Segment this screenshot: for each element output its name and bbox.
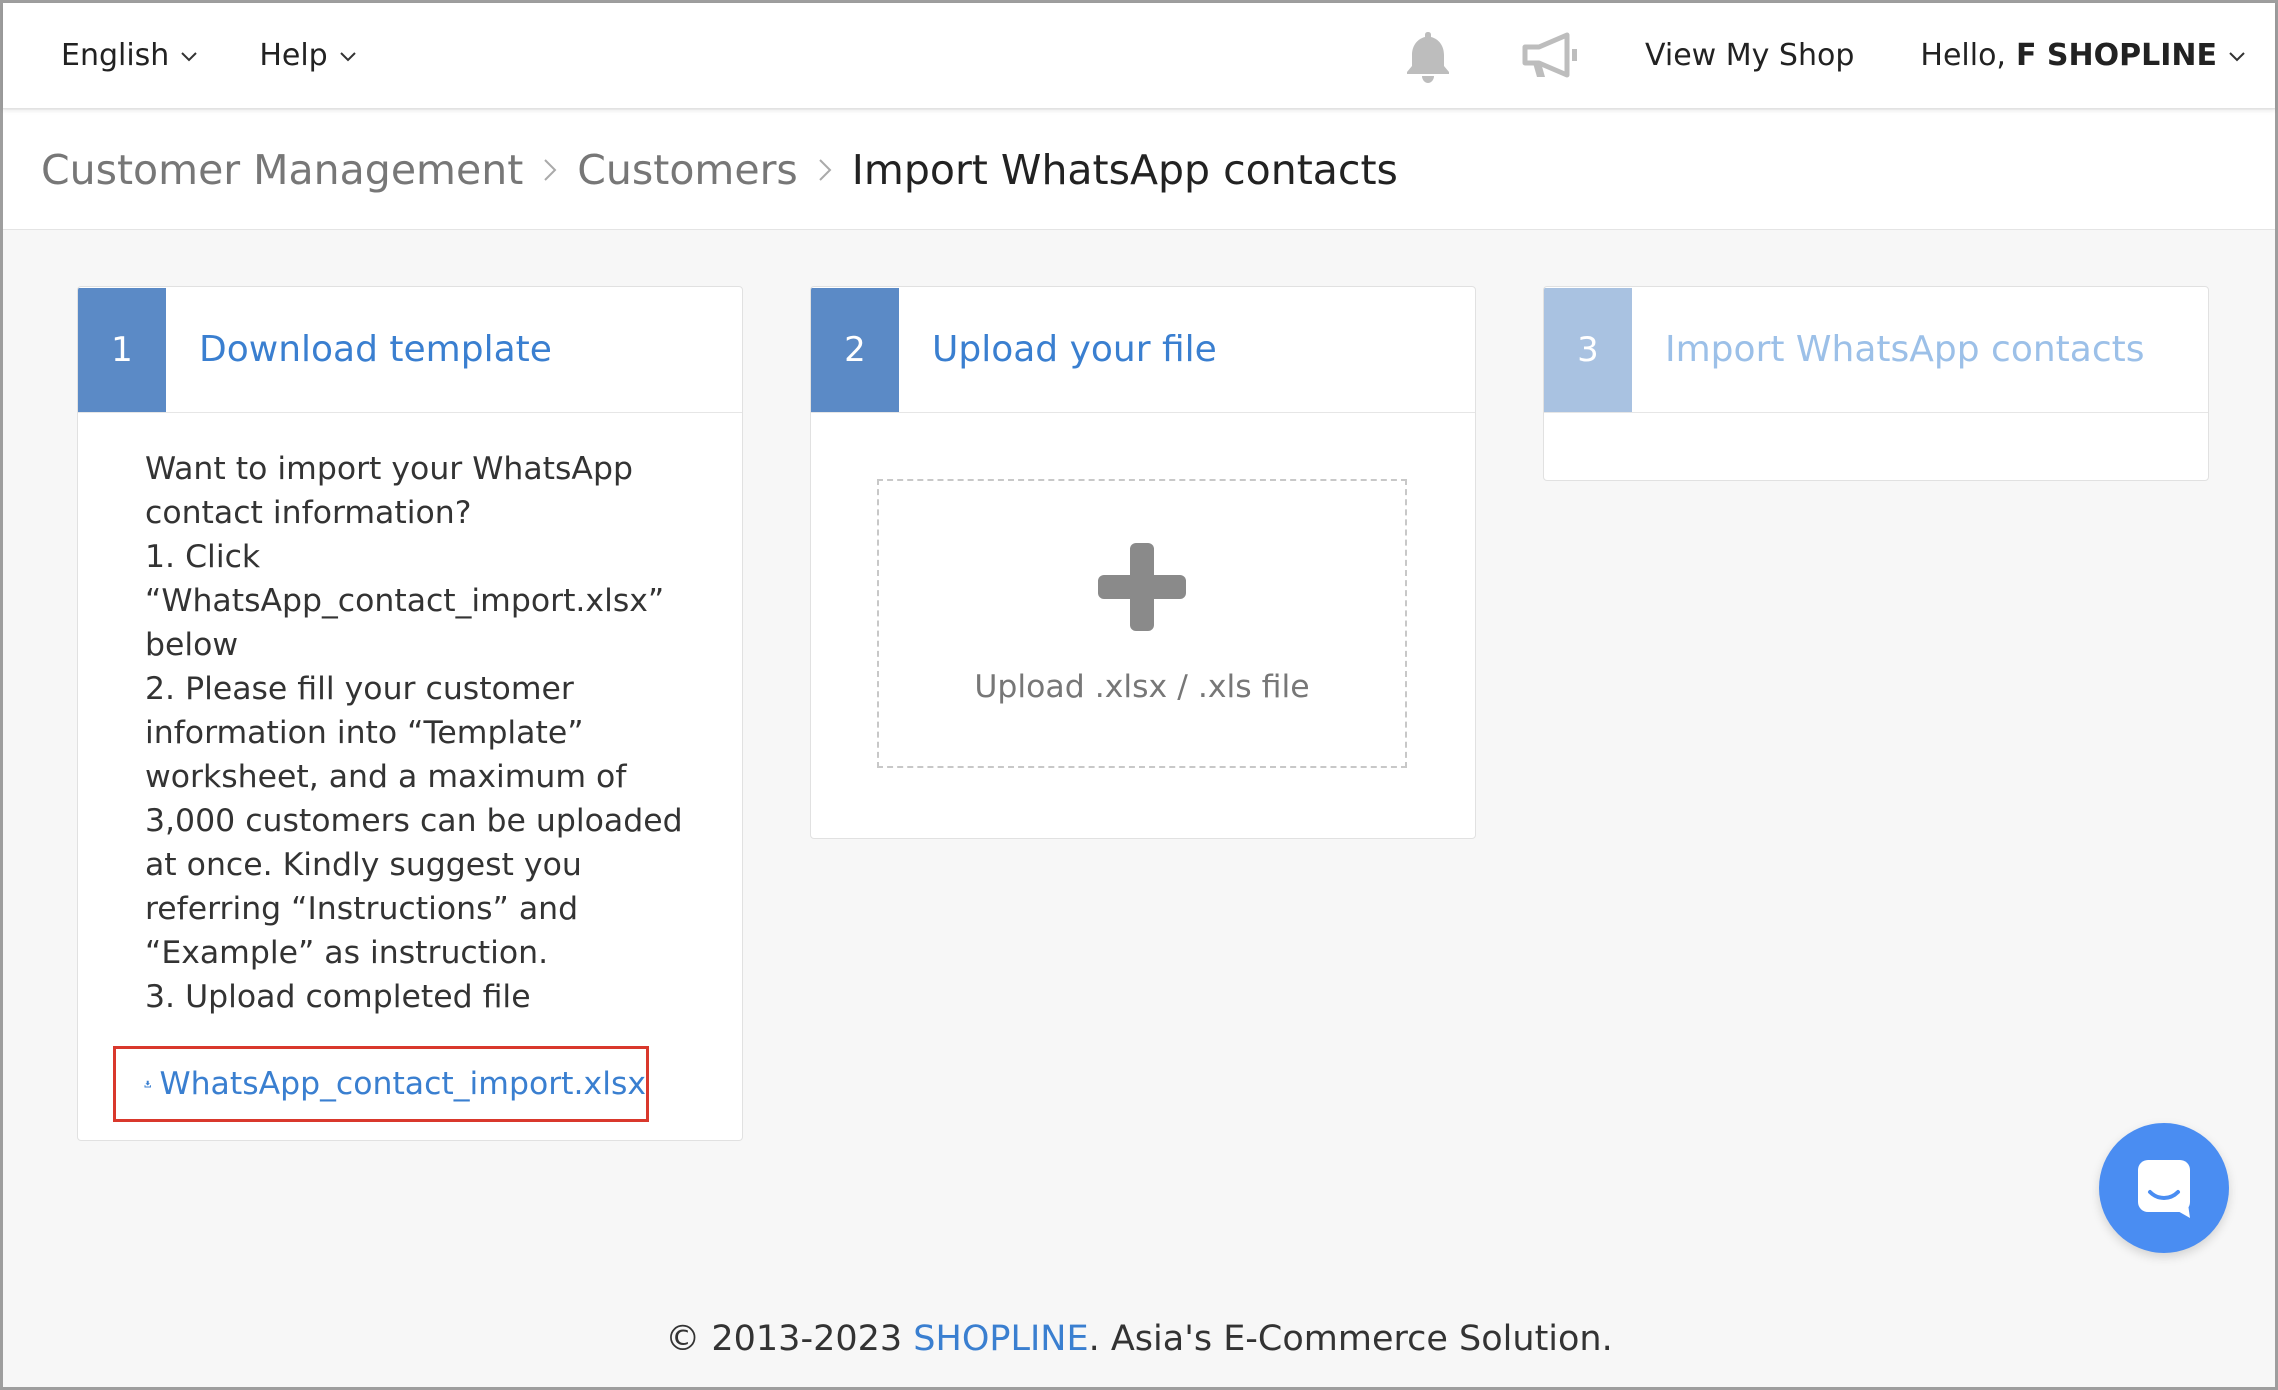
- plus-icon: [1098, 543, 1186, 631]
- footer-tagline: . Asia's E-Commerce Solution.: [1088, 1319, 1613, 1359]
- account-dropdown[interactable]: Hello, F SHOPLINE: [1920, 38, 2247, 73]
- top-nav-right: View My Shop Hello, F SHOPLINE: [1401, 28, 2247, 84]
- breadcrumb-customers[interactable]: Customers: [577, 146, 798, 194]
- instruction-line: 3. Upload completed file: [145, 979, 531, 1015]
- instruction-line: Want to import your WhatsApp contact inf…: [145, 451, 633, 531]
- footer-brand-link[interactable]: SHOPLINE: [913, 1319, 1088, 1359]
- chevron-down-icon: [2229, 51, 2245, 61]
- step-3-header: 3 Import WhatsApp contacts: [1544, 287, 2208, 413]
- footer-copyright: © 2013-2023: [665, 1319, 903, 1359]
- hello-prefix: Hello,: [1920, 38, 2006, 73]
- help-dropdown[interactable]: Help: [259, 38, 357, 73]
- step-1-header: 1 Download template: [78, 287, 742, 413]
- chevron-down-icon: [340, 51, 356, 61]
- step-3-title: Import WhatsApp contacts: [1665, 329, 2145, 370]
- breadcrumb-current-page: Import WhatsApp contacts: [851, 145, 1398, 194]
- step-1-number: 1: [78, 287, 166, 412]
- instruction-line: 2. Please fill your customer information…: [145, 671, 683, 971]
- upload-label: Upload .xlsx / .xls file: [974, 669, 1310, 705]
- language-label: English: [61, 38, 170, 73]
- step-2-header: 2 Upload your file: [811, 287, 1475, 413]
- page-footer: © 2013-2023 SHOPLINE. Asia's E-Commerce …: [3, 1319, 2275, 1359]
- step-2-card: 2 Upload your file Upload .xlsx / .xls f…: [810, 286, 1476, 839]
- chevron-down-icon: [181, 51, 198, 61]
- step-1-title: Download template: [199, 329, 552, 370]
- top-nav-left: English Help: [61, 38, 418, 73]
- help-label: Help: [259, 38, 328, 73]
- download-icon: [144, 1080, 151, 1088]
- chat-launcher-button[interactable]: [2099, 1123, 2229, 1253]
- breadcrumb-customer-management[interactable]: Customer Management: [41, 146, 523, 194]
- chevron-right-icon: [544, 158, 557, 181]
- megaphone-icon[interactable]: [1519, 31, 1581, 81]
- user-name: F SHOPLINE: [2015, 38, 2217, 73]
- step-3-number: 3: [1544, 287, 1632, 412]
- step-1-card: 1 Download template Want to import your …: [77, 286, 743, 1141]
- step-3-card: 3 Import WhatsApp contacts: [1543, 286, 2209, 481]
- download-template-link[interactable]: WhatsApp_contact_import.xlsx: [113, 1046, 649, 1122]
- chevron-right-icon: [819, 158, 832, 181]
- top-nav-bar: English Help View My Shop Hello, F SHOPL…: [3, 3, 2275, 109]
- step-2-title: Upload your file: [932, 329, 1217, 370]
- instruction-line: 1. Click “WhatsApp_contact_import.xlsx” …: [145, 539, 665, 663]
- bell-icon[interactable]: [1401, 28, 1455, 84]
- chat-icon: [2138, 1160, 2190, 1218]
- language-dropdown[interactable]: English: [61, 38, 199, 73]
- instructions-text: Want to import your WhatsApp contact inf…: [78, 413, 742, 1019]
- breadcrumb: Customer Management Customers Import Wha…: [3, 110, 2275, 230]
- file-upload-dropzone[interactable]: Upload .xlsx / .xls file: [877, 479, 1407, 768]
- download-link-label: WhatsApp_contact_import.xlsx: [159, 1066, 646, 1102]
- view-my-shop-link[interactable]: View My Shop: [1645, 38, 1854, 73]
- step-2-number: 2: [811, 287, 899, 412]
